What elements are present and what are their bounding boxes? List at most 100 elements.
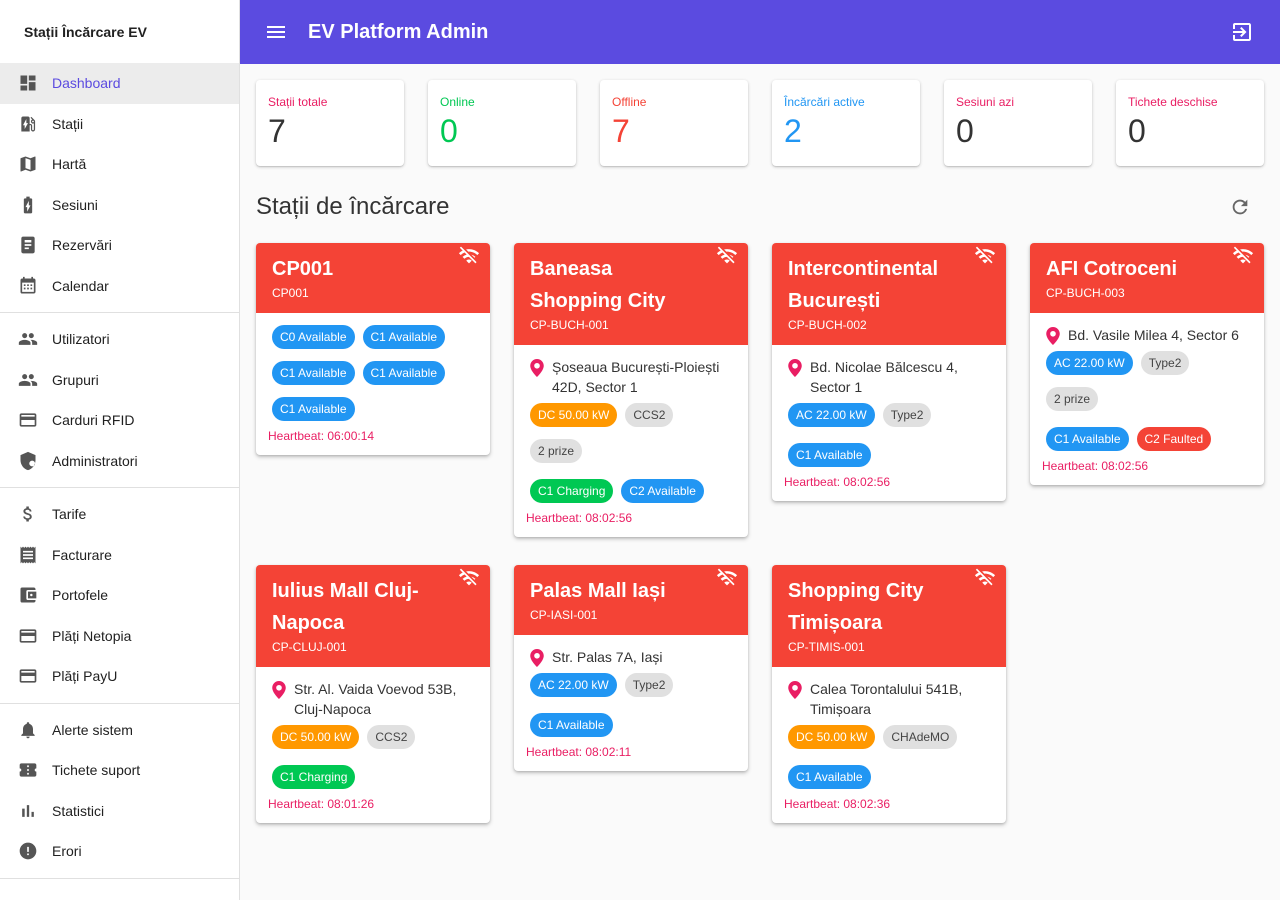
connector-status-chip: C1 Available [362, 325, 445, 349]
spec-chip: Type2 [624, 673, 674, 697]
sidebar-item-label: Hartă [52, 156, 87, 173]
location-pin-icon [788, 359, 802, 377]
location-pin-icon [1046, 327, 1060, 345]
station-card[interactable]: Iulius Mall Cluj-Napoca CP-CLUJ-001 Str.… [256, 565, 490, 823]
refresh-icon[interactable] [1229, 196, 1251, 218]
location-pin-icon [530, 359, 544, 377]
sidebar-item-carduri-rfid[interactable]: Carduri RFID [0, 400, 239, 441]
location-pin-icon [788, 681, 802, 699]
station-id: CP001 [272, 286, 309, 300]
sidebar-item-tichete-suport[interactable]: Tichete suport [0, 750, 239, 791]
sidebar-item-label: Statistici [52, 802, 105, 819]
wifi-off-icon [974, 567, 996, 589]
section-title: Stații de încărcare [256, 193, 450, 220]
spec-chip: DC 50.00 kW [530, 403, 618, 427]
stat-value: 0 [1128, 113, 1146, 149]
station-card-body: Bd. Vasile Milea 4, Sector 6 AC 22.00 kW… [1030, 313, 1264, 485]
spec-chip: DC 50.00 kW [272, 725, 360, 749]
station-id: CP-BUCH-001 [530, 318, 609, 332]
sidebar-item-plati-netopia[interactable]: Plăți Netopia [0, 616, 239, 657]
sidebar-item-label: Carduri RFID [52, 412, 135, 429]
credit-card-icon [18, 666, 38, 686]
heartbeat-text: Heartbeat: 08:01:26 [268, 797, 375, 811]
stat-value: 0 [956, 113, 974, 149]
heartbeat-text: Heartbeat: 08:02:56 [784, 475, 891, 489]
sidebar-item-label: Alerte sistem [52, 721, 133, 738]
sidebar-item-label: Tichete suport [52, 762, 141, 779]
sidebar-item-statistici[interactable]: Statistici [0, 791, 239, 832]
credit-card-icon [18, 410, 38, 430]
sidebar-item-sesiuni[interactable]: Sesiuni [0, 185, 239, 226]
station-card[interactable]: Baneasa Shopping City CP-BUCH-001 Șoseau… [514, 243, 748, 537]
connector-status-chip: C1 Available [530, 713, 613, 737]
station-name: Shopping City Timișoara [788, 580, 924, 634]
connector-status-chip: C0 Available [272, 325, 355, 349]
station-card-body: Str. Palas 7A, Iași AC 22.00 kW Type2 C1 … [514, 635, 748, 771]
connector-chips: C1 Charging C2 Available [530, 479, 732, 503]
logout-icon[interactable] [1230, 20, 1254, 44]
address-text: Șoseaua București-Ploiești 42D, Sector 1 [552, 359, 720, 395]
people-icon [18, 329, 38, 349]
station-card[interactable]: CP001 CP001 C0 Available C1 Available C1 A… [256, 243, 490, 455]
station-card[interactable]: Shopping City Timișoara CP-TIMIS-001 Cal… [772, 565, 1006, 823]
groups-icon [18, 370, 38, 390]
sidebar-item-calendar[interactable]: Calendar [0, 266, 239, 307]
connector-chips: C1 Available C2 Faulted [1046, 427, 1248, 451]
battery-charging-icon [18, 195, 38, 215]
station-card[interactable]: Intercontinental București CP-BUCH-002 B… [772, 243, 1006, 501]
sidebar-item-plati-payu[interactable]: Plăți PayU [0, 656, 239, 697]
support-ticket-icon [18, 760, 38, 780]
calendar-icon [18, 276, 38, 296]
sidebar-item-label: Plăți PayU [52, 668, 118, 685]
sidebar-item-tarife[interactable]: Tarife [0, 494, 239, 535]
sidebar-item-utilizatori[interactable]: Utilizatori [0, 319, 239, 360]
station-address: Bd. Vasile Milea 4, Sector 6 [1042, 325, 1248, 345]
wifi-off-icon [458, 245, 480, 267]
bell-alert-icon [18, 720, 38, 740]
sidebar-item-alerte-sistem[interactable]: Alerte sistem [0, 710, 239, 751]
sidebar-item-erori[interactable]: Erori [0, 831, 239, 872]
menu-icon[interactable] [264, 20, 288, 44]
sidebar-item-label: Utilizatori [52, 331, 110, 348]
spec-chips: DC 50.00 kW CCS2 2 prize [530, 403, 732, 463]
spec-chip: DC 50.00 kW [788, 725, 876, 749]
station-name: Iulius Mall Cluj-Napoca [272, 580, 419, 634]
ev-station-icon [18, 114, 38, 134]
sidebar-item-dashboard[interactable]: Dashboard [0, 63, 239, 104]
sidebar-item-statii[interactable]: Stații [0, 104, 239, 145]
wallet-icon [18, 585, 38, 605]
sidebar-item-harta[interactable]: Hartă [0, 144, 239, 185]
stat-value: 2 [784, 113, 802, 149]
station-card-body: Bd. Nicolae Bălcescu 4, Sector 1 AC 22.0… [772, 345, 1006, 501]
stat-label: Sesiuni azi [956, 95, 1015, 109]
sidebar-item-label: Administratori [52, 452, 138, 469]
app-title: EV Platform Admin [308, 20, 489, 43]
credit-card-icon [18, 626, 38, 646]
connector-status-chip: C1 Available [272, 397, 355, 421]
nav-group: Tarife Facturare Portofele Plăți Netopia… [0, 488, 239, 704]
wifi-off-icon [716, 245, 738, 267]
station-card[interactable]: AFI Cotroceni CP-BUCH-003 Bd. Vasile Mil… [1030, 243, 1264, 485]
station-card[interactable]: Palas Mall Iași CP-IASI-001 Str. Palas 7… [514, 565, 748, 771]
sidebar-item-grupuri[interactable]: Grupuri [0, 360, 239, 401]
sidebar-item-label: Grupuri [52, 371, 99, 388]
address-text: Str. Palas 7A, Iași [552, 649, 663, 665]
sidebar-item-label: Stații [52, 115, 84, 132]
connector-status-chip: C2 Available [621, 479, 704, 503]
connector-status-chip: C2 Faulted [1136, 427, 1212, 451]
error-icon [18, 841, 38, 861]
stats-row: Stații totale 7 Online 0 Offline 7 Încăr… [256, 80, 1264, 166]
sidebar-item-facturare[interactable]: Facturare [0, 535, 239, 576]
station-name: AFI Cotroceni [1046, 258, 1178, 280]
connector-status-chip: C1 Available [362, 361, 445, 385]
spec-chip: CCS2 [625, 403, 674, 427]
sidebar-item-rezervari[interactable]: Rezervări [0, 225, 239, 266]
sidebar-item-portofele[interactable]: Portofele [0, 575, 239, 616]
spec-chips: AC 22.00 kW Type2 [530, 673, 732, 697]
connector-status-chip: C1 Available [1046, 427, 1129, 451]
station-id: CP-BUCH-002 [788, 318, 867, 332]
station-card-header: Iulius Mall Cluj-Napoca CP-CLUJ-001 [256, 565, 490, 667]
stat-value: 7 [268, 113, 286, 149]
sidebar-item-administratori[interactable]: Administratori [0, 441, 239, 482]
spec-chip: 2 prize [530, 439, 583, 463]
